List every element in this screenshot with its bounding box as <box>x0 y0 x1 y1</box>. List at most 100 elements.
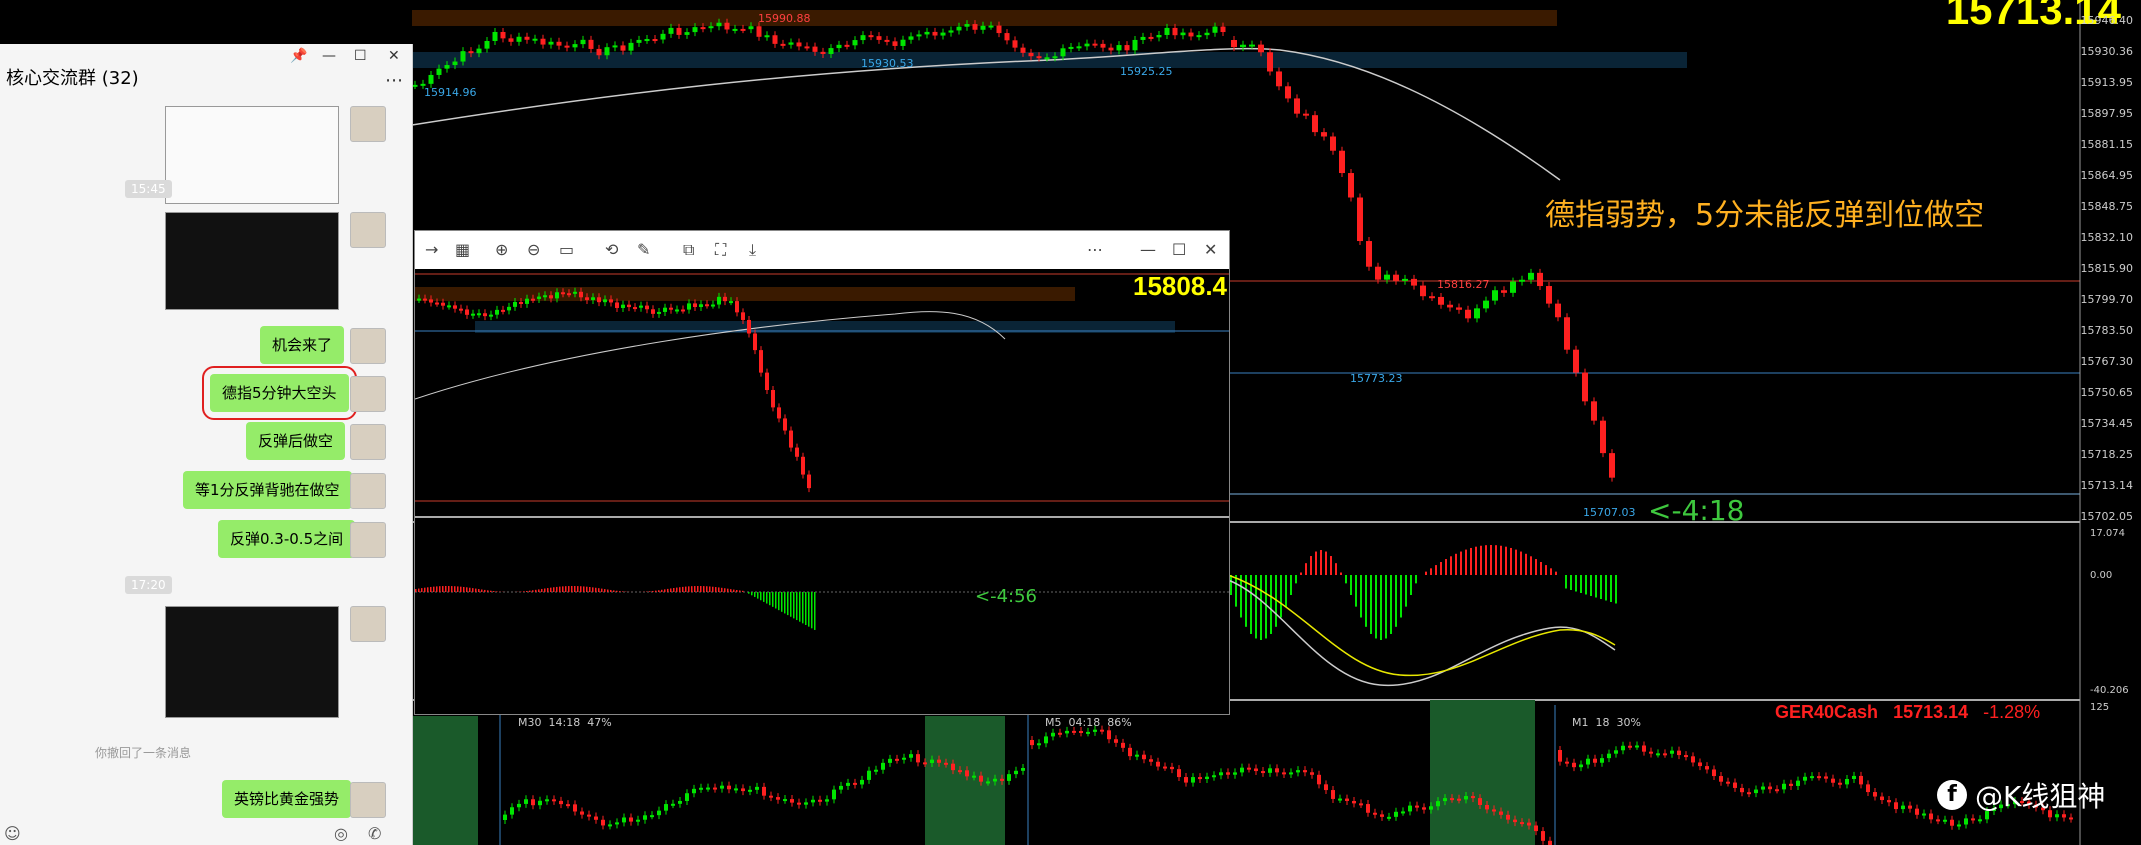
avatar[interactable] <box>350 328 386 364</box>
avatar[interactable] <box>350 782 386 818</box>
popup-hist-bar <box>655 590 657 592</box>
chat-window[interactable]: 核心交流群 (32) 📌 — ☐ ✕ ⋯ 15:45 机会来了 德指5分钟大空头… <box>0 44 413 845</box>
candle-body <box>1289 772 1293 775</box>
candle-body <box>930 759 934 763</box>
candle-body <box>812 46 818 52</box>
image-message-thumbnail[interactable] <box>165 606 339 718</box>
avatar[interactable] <box>350 106 386 142</box>
popup-hist-bar <box>559 586 561 592</box>
avatar[interactable] <box>350 473 386 509</box>
grid-icon[interactable]: ▦ <box>455 240 470 259</box>
copy-icon[interactable]: ⧉ <box>683 240 694 260</box>
candle-body <box>1030 740 1034 746</box>
candle-body <box>1331 790 1335 799</box>
emoji-icon[interactable]: ☺ <box>4 824 21 843</box>
candle-body <box>664 804 668 811</box>
popup-hist-bar <box>679 587 681 592</box>
candle-body <box>818 799 822 802</box>
candle-body <box>603 299 607 303</box>
candle-body <box>510 807 514 815</box>
chart-popup-window[interactable]: → ▦ ⊕ ⊖ ▭ ⟲ ✎ ⧉ ⛶ ⤓ ⋯ — ☐ ✕ 15808.4 <-4:… <box>414 230 1230 715</box>
candle-body <box>776 797 780 800</box>
forward-icon[interactable]: → <box>425 240 438 259</box>
image-message-thumbnail[interactable] <box>165 212 339 310</box>
macd-bar <box>1355 575 1357 607</box>
crop-icon[interactable]: ⛶ <box>715 240 726 260</box>
candle-body <box>519 301 523 304</box>
popup-hist-bar <box>430 586 432 592</box>
avatar[interactable] <box>350 424 386 460</box>
avatar[interactable] <box>350 606 386 642</box>
call-icon[interactable]: ✆ <box>368 824 381 843</box>
candle-body <box>852 40 858 46</box>
zoom-out-icon[interactable]: ⊖ <box>527 240 540 259</box>
candle-body <box>1483 300 1489 309</box>
popup-hist-bar <box>526 591 528 592</box>
candle-body <box>979 775 983 782</box>
fit-icon[interactable]: ▭ <box>559 240 574 259</box>
candle-body <box>468 51 474 54</box>
symbol-info: GER40Cash 15713.14 -1.28% <box>1775 702 2040 723</box>
candle-body <box>1339 150 1345 174</box>
macd-bar <box>1595 575 1597 598</box>
candle-body <box>1107 730 1111 740</box>
candle-body <box>1233 772 1237 775</box>
candle-body <box>1156 34 1162 38</box>
candle-body <box>1000 778 1004 781</box>
candle-body <box>508 38 514 42</box>
y-axis-tick-label: 15848.75 <box>2080 200 2134 213</box>
candle-body <box>484 41 490 49</box>
low-price-label: 15707.03 <box>1583 506 1636 519</box>
candle-body <box>780 43 786 46</box>
pin-icon[interactable]: 📌 <box>290 48 307 64</box>
image-message-thumbnail[interactable] <box>165 106 339 204</box>
candle-body <box>1528 272 1534 280</box>
candle-body <box>1810 776 1814 779</box>
candle-body <box>1635 745 1639 748</box>
avatar[interactable] <box>350 212 386 248</box>
candle-body <box>839 785 843 790</box>
candle-body <box>561 292 565 295</box>
popup-hist-bar <box>769 592 771 606</box>
close-icon[interactable]: ✕ <box>1204 240 1217 259</box>
avatar[interactable] <box>350 522 386 558</box>
macd-bar <box>1600 575 1602 599</box>
message-bubble[interactable]: 反弹0.3-0.5之间 <box>218 520 356 558</box>
subchart-pct: 30% <box>1616 716 1641 729</box>
macd-bar <box>1290 575 1292 595</box>
more-icon[interactable]: ⋯ <box>1087 240 1103 259</box>
close-icon[interactable]: ✕ <box>388 48 400 64</box>
maximize-icon[interactable]: ☐ <box>354 48 367 64</box>
candle-body <box>503 814 507 820</box>
maximize-icon[interactable]: ☐ <box>1172 240 1186 259</box>
popup-hist-bar <box>583 586 585 592</box>
message-bubble[interactable]: 英镑比黄金强势 <box>222 780 352 818</box>
message-bubble[interactable]: 等1分反弹背驰在做空 <box>183 471 352 509</box>
indicator-axis-top: 17.074 <box>2090 528 2125 539</box>
highlighted-message-bubble[interactable]: 德指5分钟大空头 <box>202 366 357 420</box>
candle-body <box>699 787 703 790</box>
candle-body <box>727 785 731 790</box>
minimize-icon[interactable]: — <box>1140 240 1156 259</box>
minimize-icon[interactable]: — <box>322 48 336 64</box>
candle-body <box>888 758 892 763</box>
popup-hist-bar <box>481 589 483 592</box>
rotate-icon[interactable]: ⟲ <box>605 240 618 259</box>
record-icon[interactable]: ◎ <box>334 824 348 843</box>
candle-body <box>1415 805 1419 808</box>
macd-bar <box>1450 556 1452 575</box>
candle-body <box>924 31 930 35</box>
candle-body <box>923 762 927 765</box>
message-bubble[interactable]: 反弹后做空 <box>246 422 346 460</box>
popup-hist-bar <box>751 592 753 596</box>
download-icon[interactable]: ⤓ <box>749 240 756 260</box>
popup-hist-bar <box>790 592 792 617</box>
zoom-in-icon[interactable]: ⊕ <box>495 240 508 259</box>
more-icon[interactable]: ⋯ <box>385 70 403 91</box>
avatar[interactable] <box>350 376 386 412</box>
candle-body <box>1964 818 1968 825</box>
edit-icon[interactable]: ✎ <box>637 240 650 259</box>
popup-hist-bar <box>766 592 768 604</box>
popup-hist-bar <box>553 587 555 592</box>
message-bubble[interactable]: 机会来了 <box>260 326 345 364</box>
